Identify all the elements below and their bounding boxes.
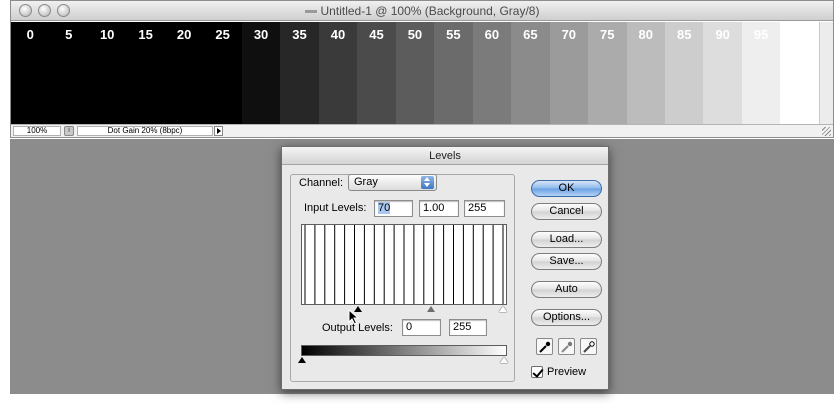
gray-step: 35 <box>280 22 319 124</box>
gray-step-label: 85 <box>676 27 692 42</box>
document-title: Untitled-1 @ 100% (Background, Gray/8) <box>11 4 833 18</box>
input-levels-slider[interactable] <box>301 305 507 314</box>
channel-select-value: Gray <box>354 176 378 188</box>
gray-step-label: 30 <box>253 27 269 42</box>
load-button[interactable]: Load... <box>531 231 602 248</box>
gray-step: 45 <box>357 22 396 124</box>
gray-step-label: 50 <box>407 27 423 42</box>
gray-step-label: 20 <box>176 27 192 42</box>
histogram <box>301 224 507 305</box>
gray-step-label: 75 <box>600 27 615 42</box>
gray-step-label: 35 <box>292 27 307 42</box>
output-gradient-bar <box>301 345 507 356</box>
gray-step: 80 <box>626 22 665 124</box>
auto-button[interactable]: Auto <box>531 281 602 298</box>
white-eyedropper-icon[interactable] <box>580 338 597 355</box>
gamma-input-handle[interactable] <box>427 306 435 312</box>
proxy-icon[interactable] <box>304 10 317 14</box>
gray-step-label: 5 <box>65 27 73 42</box>
gray-step-label: 25 <box>215 27 230 42</box>
black-eyedropper-icon[interactable] <box>536 338 553 355</box>
levels-dialog: Levels Channel: Gray Input Levels: 70 1.… <box>281 146 609 390</box>
gray-step-label: 70 <box>561 27 577 42</box>
resize-grip-icon[interactable] <box>822 127 831 136</box>
status-bar: 100% i Dot Gain 20% (8bpc) <box>11 124 833 137</box>
channel-select[interactable]: Gray <box>348 174 437 191</box>
preview-label: Preview <box>547 366 587 378</box>
zoom-level-field[interactable]: 100% <box>13 126 61 136</box>
gray-step-label: 100 <box>788 27 811 42</box>
gray-step: 95 <box>741 22 781 124</box>
input-white-field[interactable]: 255 <box>464 200 505 217</box>
channel-label: Channel: <box>299 177 344 189</box>
gray-eyedropper-icon[interactable] <box>558 338 575 355</box>
document-window: Untitled-1 @ 100% (Background, Gray/8) 0… <box>10 0 834 138</box>
input-black-value: 70 <box>378 202 391 214</box>
status-info-icon[interactable]: i <box>64 126 74 136</box>
output-black-field[interactable]: 0 <box>402 319 441 336</box>
status-menu-arrow-icon[interactable] <box>214 126 223 136</box>
gray-step-label: 90 <box>715 27 730 42</box>
document-titlebar[interactable]: Untitled-1 @ 100% (Background, Gray/8) <box>11 1 833 21</box>
gray-step-label: 65 <box>523 27 538 42</box>
input-gamma-field[interactable]: 1.00 <box>419 200 459 217</box>
gray-step-label: 45 <box>369 27 384 42</box>
document-title-text: Untitled-1 @ 100% (Background, Gray/8) <box>320 4 540 18</box>
gray-step: 65 <box>511 22 550 124</box>
white-point-input-handle[interactable] <box>499 306 507 312</box>
gray-step-label: 55 <box>446 27 461 42</box>
gray-step: 60 <box>472 22 512 124</box>
gray-step: 85 <box>664 22 704 124</box>
gray-step-label: 10 <box>99 27 115 42</box>
output-levels-label: Output Levels: <box>322 322 393 334</box>
gray-step: 70 <box>549 22 589 124</box>
output-levels-slider[interactable] <box>298 356 508 365</box>
options-button[interactable]: Options... <box>531 309 602 326</box>
output-white-field[interactable]: 255 <box>449 319 487 336</box>
gray-step: 50 <box>395 22 435 124</box>
gray-step-label: 40 <box>330 27 346 42</box>
gray-ramp-canvas[interactable]: 0 5 10 15 20 25 30 35 40 45 50 55 60 65 70 75 80 85 90 95 10… <box>11 22 819 124</box>
levels-main-group: Channel: Gray Input Levels: 70 1.00 255 … <box>290 174 515 382</box>
cancel-button[interactable]: Cancel <box>531 203 602 220</box>
ok-button[interactable]: OK <box>531 180 602 197</box>
gray-step: 25 <box>203 22 242 124</box>
gray-step: 5 <box>49 22 88 124</box>
input-black-field[interactable]: 70 <box>374 200 413 217</box>
histogram-graph <box>304 225 504 304</box>
input-levels-label: Input Levels: <box>304 202 367 214</box>
document-info-text: Dot Gain 20% (8bpc) <box>77 126 213 136</box>
gray-step-label: 60 <box>484 27 500 42</box>
save-button[interactable]: Save... <box>531 253 602 270</box>
select-arrows-icon <box>421 176 434 189</box>
gray-step: 75 <box>588 22 627 124</box>
gray-step: 40 <box>318 22 358 124</box>
gray-step: 15 <box>126 22 165 124</box>
gray-step: 30 <box>241 22 281 124</box>
vertical-scroll-gutter[interactable] <box>819 22 833 124</box>
gray-step: 10 <box>87 22 127 124</box>
gray-step-label: 0 <box>26 27 34 42</box>
gray-step-label: 80 <box>638 27 653 42</box>
gray-step-label: 95 <box>753 27 769 42</box>
gray-step-label: 15 <box>138 27 153 42</box>
gray-step: 55 <box>434 22 473 124</box>
gray-step: 100 <box>780 22 819 124</box>
white-output-handle[interactable] <box>500 357 508 363</box>
preview-checkbox[interactable] <box>531 366 543 378</box>
gray-step: 0 <box>11 22 50 124</box>
gray-step: 90 <box>703 22 742 124</box>
levels-dialog-title: Levels <box>282 147 608 165</box>
gray-step: 20 <box>164 22 204 124</box>
black-output-handle[interactable] <box>298 357 306 363</box>
